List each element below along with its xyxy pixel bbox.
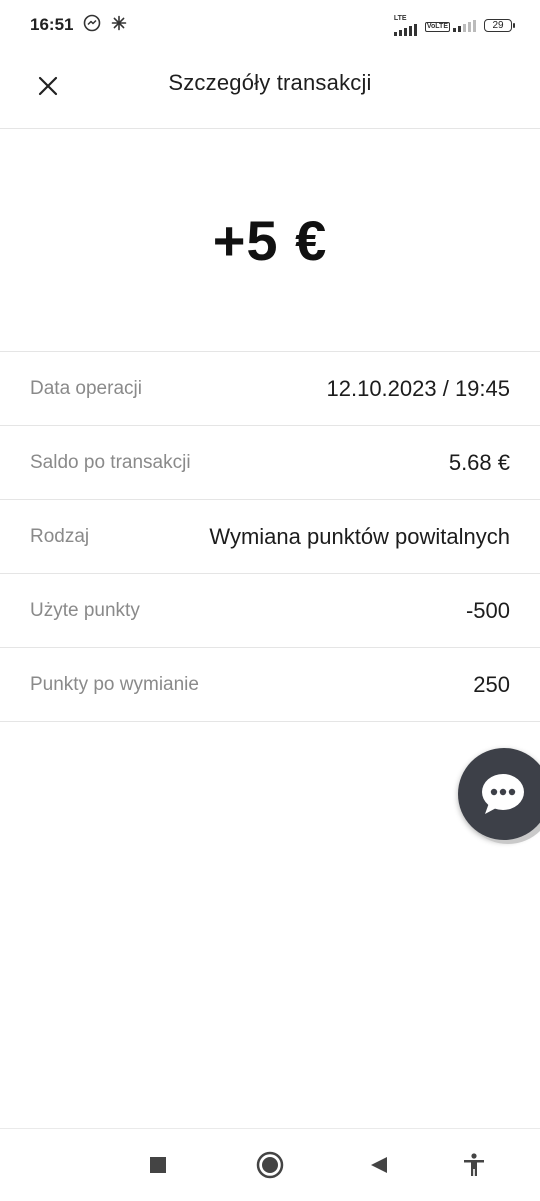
detail-value: Wymiana punktów powitalnych: [209, 523, 510, 549]
detail-value: 5.68 €: [448, 449, 510, 475]
transaction-amount: +5 €: [212, 208, 328, 272]
page-title: Szczegóły transakcji: [168, 70, 372, 95]
signal-2: VoLTE: [424, 18, 476, 32]
recents-icon: [150, 1157, 166, 1173]
home-button[interactable]: [252, 1147, 288, 1183]
detail-label: Użyte punkty: [30, 599, 140, 621]
volte-badge: VoLTE: [424, 22, 450, 32]
amount-section: +5 €: [0, 129, 540, 352]
detail-value: 250: [473, 671, 510, 697]
signal-bars-icon: [393, 22, 417, 36]
status-bar-left: 16:51: [30, 14, 127, 37]
chat-button[interactable]: [458, 748, 540, 840]
detail-row-date: Data operacji 12.10.2023 / 19:45: [0, 352, 540, 426]
chat-bubble-icon: [482, 774, 524, 814]
accessibility-button[interactable]: [456, 1147, 492, 1183]
detail-value: 12.10.2023 / 19:45: [326, 375, 511, 401]
detail-label: Punkty po wymianie: [30, 673, 199, 695]
messenger-icon: [83, 14, 101, 37]
detail-label: Saldo po transakcji: [30, 451, 191, 473]
back-button[interactable]: [361, 1147, 397, 1183]
recents-button[interactable]: [140, 1147, 176, 1183]
system-nav-bar: [0, 1128, 540, 1201]
battery-level: 29: [492, 19, 504, 31]
back-icon: [371, 1157, 387, 1173]
status-bar-right: LTE VoLTE 29: [393, 14, 515, 36]
detail-row-points-after: Punkty po wymianie 250: [0, 648, 540, 722]
detail-row-balance: Saldo po transakcji 5.68 €: [0, 426, 540, 500]
pinwheel-icon: [111, 15, 127, 36]
signal-bars-weak-icon: [453, 18, 476, 32]
battery-icon: 29: [484, 18, 515, 32]
home-icon: [256, 1151, 284, 1179]
header: Szczegóły transakcji: [0, 50, 540, 129]
network-type-1: LTE: [393, 14, 407, 22]
detail-row-used-points: Użyte punkty -500: [0, 574, 540, 648]
accessibility-icon: [464, 1153, 484, 1176]
detail-label: Rodzaj: [30, 525, 90, 547]
signal-1: LTE: [393, 14, 417, 36]
detail-label: Data operacji: [30, 377, 142, 399]
status-bar: 16:51 LTE VoLTE 29: [0, 0, 540, 50]
detail-value: -500: [465, 597, 510, 623]
transaction-details: Data operacji 12.10.2023 / 19:45 Saldo p…: [0, 352, 540, 722]
detail-row-type: Rodzaj Wymiana punktów powitalnych: [0, 500, 540, 574]
status-time: 16:51: [30, 15, 74, 34]
